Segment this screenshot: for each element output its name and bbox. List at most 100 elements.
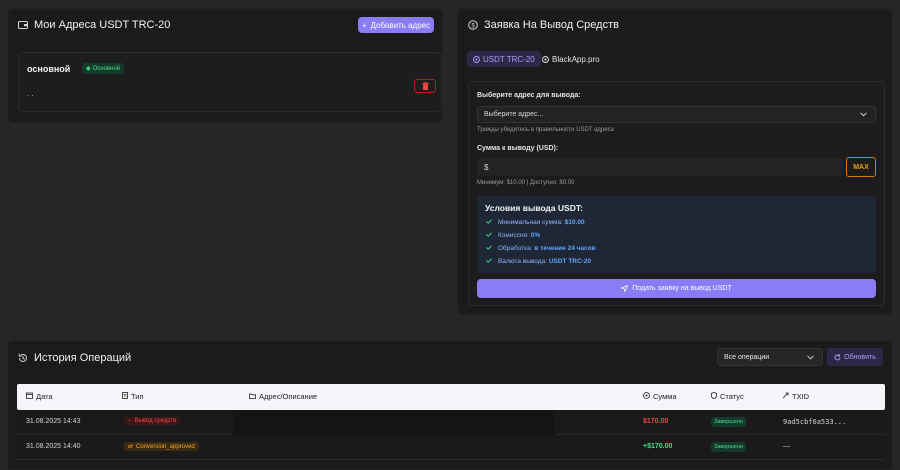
col-status[interactable]: Статус [711, 391, 744, 401]
condition-item: Обработка: в течение 24 часов [486, 245, 596, 252]
tab-blackapp-label: BlackApp.pro [552, 54, 600, 64]
send-icon [621, 285, 629, 292]
row-txid[interactable]: 9ad5cbf6a533... [783, 418, 846, 426]
withdraw-form: Выберите адрес для вывода: Выберите адре… [468, 81, 885, 306]
check-icon [486, 232, 492, 239]
row-amount: +$170.00 [643, 443, 673, 450]
withdraw-title-text: Заявка На Вывод Средств [484, 19, 619, 31]
check-icon [486, 219, 492, 226]
add-address-label: Добавить адрес [370, 20, 431, 30]
table-header: Дата Тип Адрес/Описание Сумма Статус TXI… [17, 384, 885, 410]
status-badge: Завершено [711, 442, 746, 452]
max-label: MAX [853, 163, 869, 171]
condition-item: Минимальная сумма: $10.00 [486, 219, 585, 226]
col-type[interactable]: Тип [122, 392, 144, 401]
chevron-down-icon [860, 112, 867, 119]
primary-badge: ◆ Основной [82, 63, 125, 74]
condition-label: Валюта вывода: [498, 258, 547, 265]
wallet-icon [18, 20, 28, 30]
condition-value: $10.00 [564, 219, 585, 226]
history-title: История Операций [18, 352, 131, 364]
description-cell [233, 410, 555, 435]
table-row[interactable]: 31.08.2025 14:40 ⇄ Conversion_approved +… [17, 435, 885, 460]
operations-filter-select[interactable]: Все операции [717, 348, 823, 366]
condition-value: в течение 24 часов [534, 245, 596, 252]
col-status-label: Статус [720, 392, 744, 401]
col-txid-label: TXID [792, 392, 810, 401]
swap-icon: ⇄ [128, 444, 134, 450]
amount-hint: Минимум: $10.00 | Доступно: $0.00 [477, 180, 575, 186]
address-name: основной [27, 64, 71, 74]
addresses-title: Мои Адреса USDT TRC-20 [18, 19, 170, 31]
conditions-title: Условия вывода USDT: [485, 203, 583, 213]
col-description-label: Адрес/Описание [259, 392, 318, 401]
refresh-button[interactable]: Обновить [827, 348, 883, 366]
dollar-icon: $ [468, 20, 478, 30]
col-date[interactable]: Дата [26, 392, 53, 401]
operations-filter-value: Все операции [724, 353, 770, 361]
list-icon [122, 392, 128, 401]
address-value: . . [27, 89, 34, 98]
chevron-down-icon [807, 355, 814, 362]
refresh-icon [834, 353, 841, 361]
row-date: 31.08.2025 14:43 [26, 418, 81, 425]
star-icon: ◆ [86, 66, 91, 72]
primary-badge-label: Основной [92, 65, 121, 72]
withdraw-panel: $ Заявка На Вывод Средств USDT TRC-20 Bl… [457, 8, 893, 315]
col-description[interactable]: Адрес/Описание [249, 392, 317, 401]
type-badge-label: Вывод средств [134, 418, 177, 424]
check-icon [486, 245, 492, 252]
add-address-button[interactable]: + Добавить адрес [358, 17, 434, 33]
history-title-text: История Операций [34, 352, 132, 364]
condition-value: 0% [530, 232, 541, 239]
condition-label: Комиссия: [498, 232, 529, 239]
refresh-label: Обновить [844, 353, 876, 361]
address-select[interactable]: Выберите адрес... [477, 106, 876, 123]
tab-usdt-label: USDT TRC-20 [483, 54, 535, 64]
addresses-panel: Мои Адреса USDT TRC-20 + Добавить адрес … [7, 8, 443, 123]
type-badge: − Вывод средств [124, 417, 181, 425]
amount-input[interactable]: $ [477, 158, 843, 176]
gear-icon [542, 55, 549, 63]
submit-withdraw-button[interactable]: Подать заявку на вывод USDT [477, 279, 876, 298]
coin-icon [473, 55, 480, 63]
history-table: Дата Тип Адрес/Описание Сумма Статус TXI… [17, 384, 885, 460]
condition-item: Валюта вывода: USDT TRC-20 [486, 258, 591, 265]
col-txid[interactable]: TXID [782, 392, 809, 401]
col-amount[interactable]: Сумма [643, 392, 677, 401]
type-badge: ⇄ Conversion_approved [124, 442, 199, 451]
minus-icon: − [128, 418, 132, 424]
address-select-label: Выберите адрес для вывода: [477, 92, 581, 99]
addresses-title-text: Мои Адреса USDT TRC-20 [34, 19, 171, 31]
condition-label: Минимальная сумма: [498, 219, 563, 226]
condition-label: Обработка: [498, 245, 533, 252]
tab-usdt-trc20[interactable]: USDT TRC-20 [467, 51, 541, 67]
withdraw-title: $ Заявка На Вывод Средств [468, 19, 619, 31]
amount-label: Сумма к выводу (USD): [477, 145, 559, 152]
folder-icon [249, 392, 256, 401]
plus-icon: + [361, 20, 367, 30]
col-type-label: Тип [131, 392, 144, 401]
address-select-value: Выберите адрес... [484, 111, 544, 118]
conditions-box: Условия вывода USDT: Минимальная сумма: … [477, 196, 876, 273]
shield-icon [711, 391, 717, 401]
type-badge-label: Conversion_approved [136, 443, 195, 450]
col-date-label: Дата [36, 392, 53, 401]
address-card: основной ◆ Основной . . [18, 52, 442, 112]
table-row[interactable]: 31.08.2025 14:43 − Вывод средств $170.00… [17, 410, 885, 435]
delete-address-button[interactable] [414, 79, 436, 93]
status-badge: Завершено [711, 417, 746, 427]
max-button[interactable]: MAX [846, 157, 876, 177]
link-icon [782, 392, 789, 401]
history-icon [18, 353, 28, 363]
submit-withdraw-label: Подать заявку на вывод USDT [632, 285, 732, 292]
tab-blackapp[interactable]: BlackApp.pro [539, 51, 603, 67]
currency-prefix: $ [484, 162, 489, 172]
calendar-icon [26, 392, 33, 401]
check-icon [486, 258, 492, 265]
row-date: 31.08.2025 14:40 [26, 443, 81, 450]
row-amount: $170.00 [643, 418, 669, 425]
condition-value: USDT TRC-20 [548, 258, 592, 265]
trash-icon [421, 82, 429, 90]
history-panel: История Операций Все операции Обновить Д… [7, 340, 893, 470]
